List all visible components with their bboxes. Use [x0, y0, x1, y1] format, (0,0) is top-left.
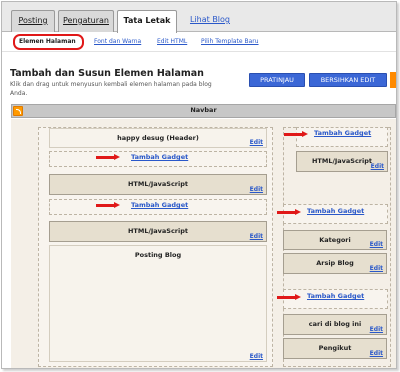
header-widget[interactable]: happy desug (Header) Edit — [49, 128, 267, 148]
arsip-edit[interactable]: Edit — [370, 265, 383, 272]
navbar-label: Navbar — [190, 106, 217, 114]
side-add-gadget-link-2[interactable]: Tambah Gadget — [307, 207, 364, 215]
pengikut-widget[interactable]: Pengikut Edit — [283, 338, 387, 359]
side-html-edit[interactable]: Edit — [371, 163, 384, 170]
posting-blog-widget[interactable]: Posting Blog Edit — [49, 245, 267, 362]
side-add-gadget-link-1[interactable]: Tambah Gadget — [314, 129, 371, 137]
tab-pengaturan[interactable]: Pengaturan — [58, 10, 114, 32]
page-description: Klik dan drag untuk menyusun kembali ele… — [10, 81, 212, 97]
arsip-widget[interactable]: Arsip Blog Edit — [283, 253, 387, 274]
subnav-edit-html[interactable]: Edit HTML — [157, 37, 187, 47]
kategori-widget[interactable]: Kategori Edit — [283, 230, 387, 250]
html-widget-2-title: HTML/JavaScript — [127, 227, 188, 235]
main-add-gadget-link-2[interactable]: Tambah Gadget — [131, 201, 188, 209]
html-widget-1-title: HTML/JavaScript — [127, 180, 188, 188]
posting-blog-title: Posting Blog — [134, 251, 182, 259]
html-widget-2[interactable]: HTML/JavaScript Edit — [49, 221, 267, 242]
cari-widget[interactable]: cari di blog ini Edit — [283, 314, 387, 335]
tab-lihat-blog[interactable]: Lihat Blog — [185, 10, 235, 32]
preview-button[interactable]: PRATINJAU — [249, 73, 305, 87]
navbar-widget[interactable]: Navbar — [11, 104, 396, 118]
html-widget-1[interactable]: HTML/JavaScript Edit — [49, 174, 267, 195]
tab-posting[interactable]: Posting — [11, 10, 55, 32]
side-add-gadget-link-3[interactable]: Tambah Gadget — [307, 292, 364, 300]
tab-tata-letak[interactable]: Tata Letak — [117, 10, 177, 33]
header-widget-title: happy desug (Header) — [117, 134, 199, 142]
red-arrow-5 — [277, 294, 301, 301]
side-html-widget[interactable]: HTML/JavaScript Edit — [296, 151, 388, 172]
red-arrow-3 — [284, 131, 308, 138]
blogger-layout-window: Posting Pengaturan Tata Letak Lihat Blog… — [1, 1, 397, 369]
save-button-edge[interactable] — [390, 72, 396, 88]
red-arrow-1 — [96, 154, 120, 161]
subnav-elemen-halaman[interactable]: Elemen Halaman — [19, 37, 76, 47]
sub-navigation: Elemen Halaman Font dan Warna Edit HTML … — [2, 33, 396, 52]
pengikut-edit[interactable]: Edit — [370, 350, 383, 357]
header-edit-link[interactable]: Edit — [250, 139, 263, 146]
posting-blog-edit[interactable]: Edit — [250, 353, 263, 360]
cari-edit[interactable]: Edit — [370, 326, 383, 333]
html-widget-1-edit[interactable]: Edit — [250, 186, 263, 193]
red-arrow-4 — [277, 209, 301, 216]
clear-edits-button[interactable]: BERSIHKAN EDIT — [309, 73, 387, 87]
red-arrow-2 — [96, 202, 120, 209]
kategori-edit[interactable]: Edit — [370, 241, 383, 248]
main-add-gadget-link-1[interactable]: Tambah Gadget — [131, 153, 188, 161]
subnav-font-dan-warna[interactable]: Font dan Warna — [94, 37, 141, 47]
top-tab-bar: Posting Pengaturan Tata Letak Lihat Blog — [2, 2, 396, 33]
html-widget-2-edit[interactable]: Edit — [250, 233, 263, 240]
layout-canvas: happy desug (Header) Edit Tambah Gadget … — [11, 119, 396, 368]
page-title: Tambah dan Susun Elemen Halaman — [10, 68, 204, 79]
subnav-pilih-template[interactable]: Pilih Template Baru — [201, 37, 259, 47]
